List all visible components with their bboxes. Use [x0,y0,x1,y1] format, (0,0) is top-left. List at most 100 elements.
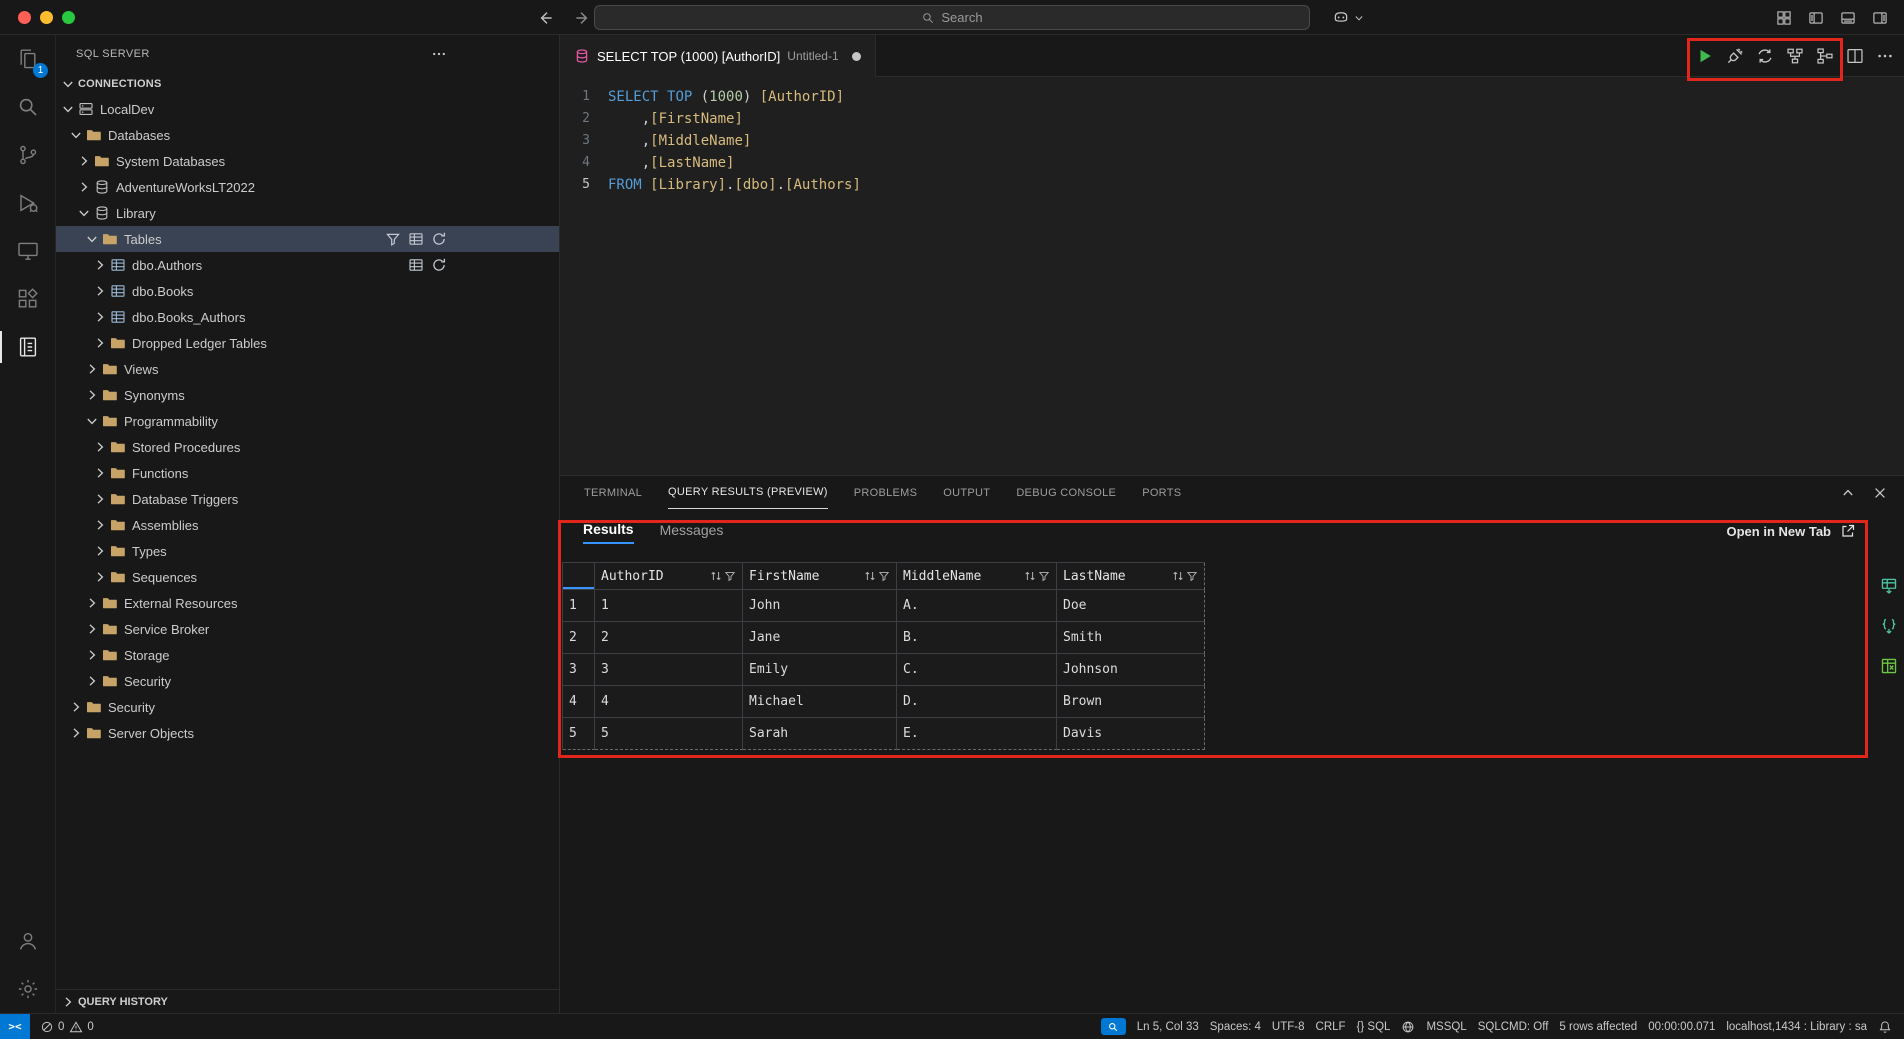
split-editor-icon[interactable] [1846,47,1864,65]
close-icon[interactable] [1872,485,1888,501]
tree-item-functions[interactable]: Functions [56,460,559,486]
tree-item-security[interactable]: Security [56,694,559,720]
activity-item-run-debug[interactable] [0,179,55,227]
more-actions-icon[interactable] [431,46,447,62]
globe-icon[interactable] [1401,1020,1415,1034]
table-cell[interactable]: 2 [595,622,743,654]
chevron-right-icon[interactable] [76,153,92,169]
minimize-window-button[interactable] [40,11,53,24]
tree-item-storage[interactable]: Storage [56,642,559,668]
copilot-menu[interactable] [1332,0,1365,35]
enable-actual-plan-icon[interactable] [1816,47,1834,65]
activity-item-settings[interactable] [0,965,55,1013]
panel-tab-output[interactable]: OUTPUT [943,476,990,509]
activity-item-extensions[interactable] [0,275,55,323]
tree-item-security[interactable]: Security [56,668,559,694]
table-cell[interactable]: Jane [743,622,897,654]
tree-item-dbo-authors[interactable]: dbo.Authors [56,252,559,278]
table-cell[interactable]: Sarah [743,718,897,750]
row-number-cell[interactable]: 4 [563,686,595,718]
table-cell[interactable]: D. [897,686,1057,718]
bell-icon[interactable] [1878,1020,1892,1034]
status-item-9[interactable]: 5 rows affected [1559,1021,1637,1033]
zoom-status-chip[interactable] [1101,1018,1126,1035]
sidebar-right-icon[interactable] [1872,10,1888,26]
sort-icon[interactable] [1023,569,1037,583]
panel-tab-problems[interactable]: PROBLEMS [854,476,918,509]
sort-icon[interactable] [1171,569,1185,583]
tree-item-stored-procedures[interactable]: Stored Procedures [56,434,559,460]
remote-indicator-icon[interactable]: >< [0,1014,30,1039]
tree-item-tables[interactable]: Tables [56,226,559,252]
row-number-cell[interactable]: 3 [563,654,595,686]
tree-item-library[interactable]: Library [56,200,559,226]
status-item-3[interactable]: UTF-8 [1272,1021,1305,1033]
column-filter-icon[interactable] [724,570,736,582]
panel-tab-debug-console[interactable]: DEBUG CONSOLE [1016,476,1116,509]
table-cell[interactable]: B. [897,622,1057,654]
chevron-down-icon[interactable] [84,231,100,247]
table-cell[interactable]: 1 [595,590,743,622]
problems-status[interactable]: 00 [40,1020,94,1034]
panel-tab-query-results-preview-[interactable]: QUERY RESULTS (PREVIEW) [668,476,828,509]
zoom-window-button[interactable] [62,11,75,24]
status-item-4[interactable]: CRLF [1316,1021,1346,1033]
column-header-firstname[interactable]: FirstName [743,563,897,590]
save-as-excel-icon[interactable] [1880,657,1898,675]
table-cell[interactable]: Michael [743,686,897,718]
tree-item-dropped-ledger-tables[interactable]: Dropped Ledger Tables [56,330,559,356]
chevron-right-icon[interactable] [84,673,100,689]
column-header-lastname[interactable]: LastName [1057,563,1205,590]
save-as-json-icon[interactable] [1880,617,1898,635]
tree-item-sequences[interactable]: Sequences [56,564,559,590]
chevron-right-icon[interactable] [84,361,100,377]
panel-tab-ports[interactable]: PORTS [1142,476,1181,509]
tree-item-database-triggers[interactable]: Database Triggers [56,486,559,512]
status-item-8[interactable]: SQLCMD: Off [1478,1021,1549,1033]
status-item-10[interactable]: 00:00:00.071 [1648,1021,1715,1033]
row-number-cell[interactable]: 5 [563,718,595,750]
close-window-button[interactable] [18,11,31,24]
chevron-right-icon[interactable] [68,699,84,715]
sort-icon[interactable] [709,569,723,583]
sort-icon[interactable] [863,569,877,583]
chevron-right-icon[interactable] [76,179,92,195]
chevron-right-icon[interactable] [92,439,108,455]
modified-indicator[interactable] [852,52,861,61]
chevron-down-icon[interactable] [76,205,92,221]
chevron-right-icon[interactable] [84,595,100,611]
filter-icon[interactable] [385,231,401,247]
grid-corner-cell[interactable] [563,563,595,590]
table-cell[interactable]: John [743,590,897,622]
table-cell[interactable]: Doe [1057,590,1205,622]
disconnect-icon[interactable] [1726,47,1744,65]
table-row[interactable]: 44MichaelD.Brown [563,686,1205,718]
code-editor[interactable]: 1SELECT TOP (1000) [AuthorID]2 ,[FirstNa… [560,77,1904,475]
chevron-down-icon[interactable] [68,127,84,143]
table-icon[interactable] [408,231,424,247]
table-icon[interactable] [408,257,424,273]
chevron-right-icon[interactable] [92,569,108,585]
tree-item-synonyms[interactable]: Synonyms [56,382,559,408]
sidebar-left-icon[interactable] [1808,10,1824,26]
column-filter-icon[interactable] [1038,570,1050,582]
activity-item-accounts[interactable] [0,917,55,965]
change-connection-icon[interactable] [1756,47,1774,65]
status-item-1[interactable]: Ln 5, Col 33 [1137,1021,1199,1033]
tree-item-assemblies[interactable]: Assemblies [56,512,559,538]
table-cell[interactable]: Brown [1057,686,1205,718]
table-cell[interactable]: 5 [595,718,743,750]
forward-icon[interactable] [572,8,592,28]
table-row[interactable]: 55SarahE.Davis [563,718,1205,750]
chevron-right-icon[interactable] [84,621,100,637]
more-actions-icon[interactable] [1876,47,1894,65]
connections-section-header[interactable]: CONNECTIONS [56,72,559,96]
table-cell[interactable]: C. [897,654,1057,686]
tree-item-dbo-books[interactable]: dbo.Books [56,278,559,304]
status-item-11[interactable]: localhost,1434 : Library : sa [1726,1021,1867,1033]
chevron-down-icon[interactable] [84,413,100,429]
activity-item-sql-server[interactable] [0,323,55,371]
column-header-middlename[interactable]: MiddleName [897,563,1057,590]
tree-item-adventureworkslt2022[interactable]: AdventureWorksLT2022 [56,174,559,200]
activity-item-search[interactable] [0,83,55,131]
